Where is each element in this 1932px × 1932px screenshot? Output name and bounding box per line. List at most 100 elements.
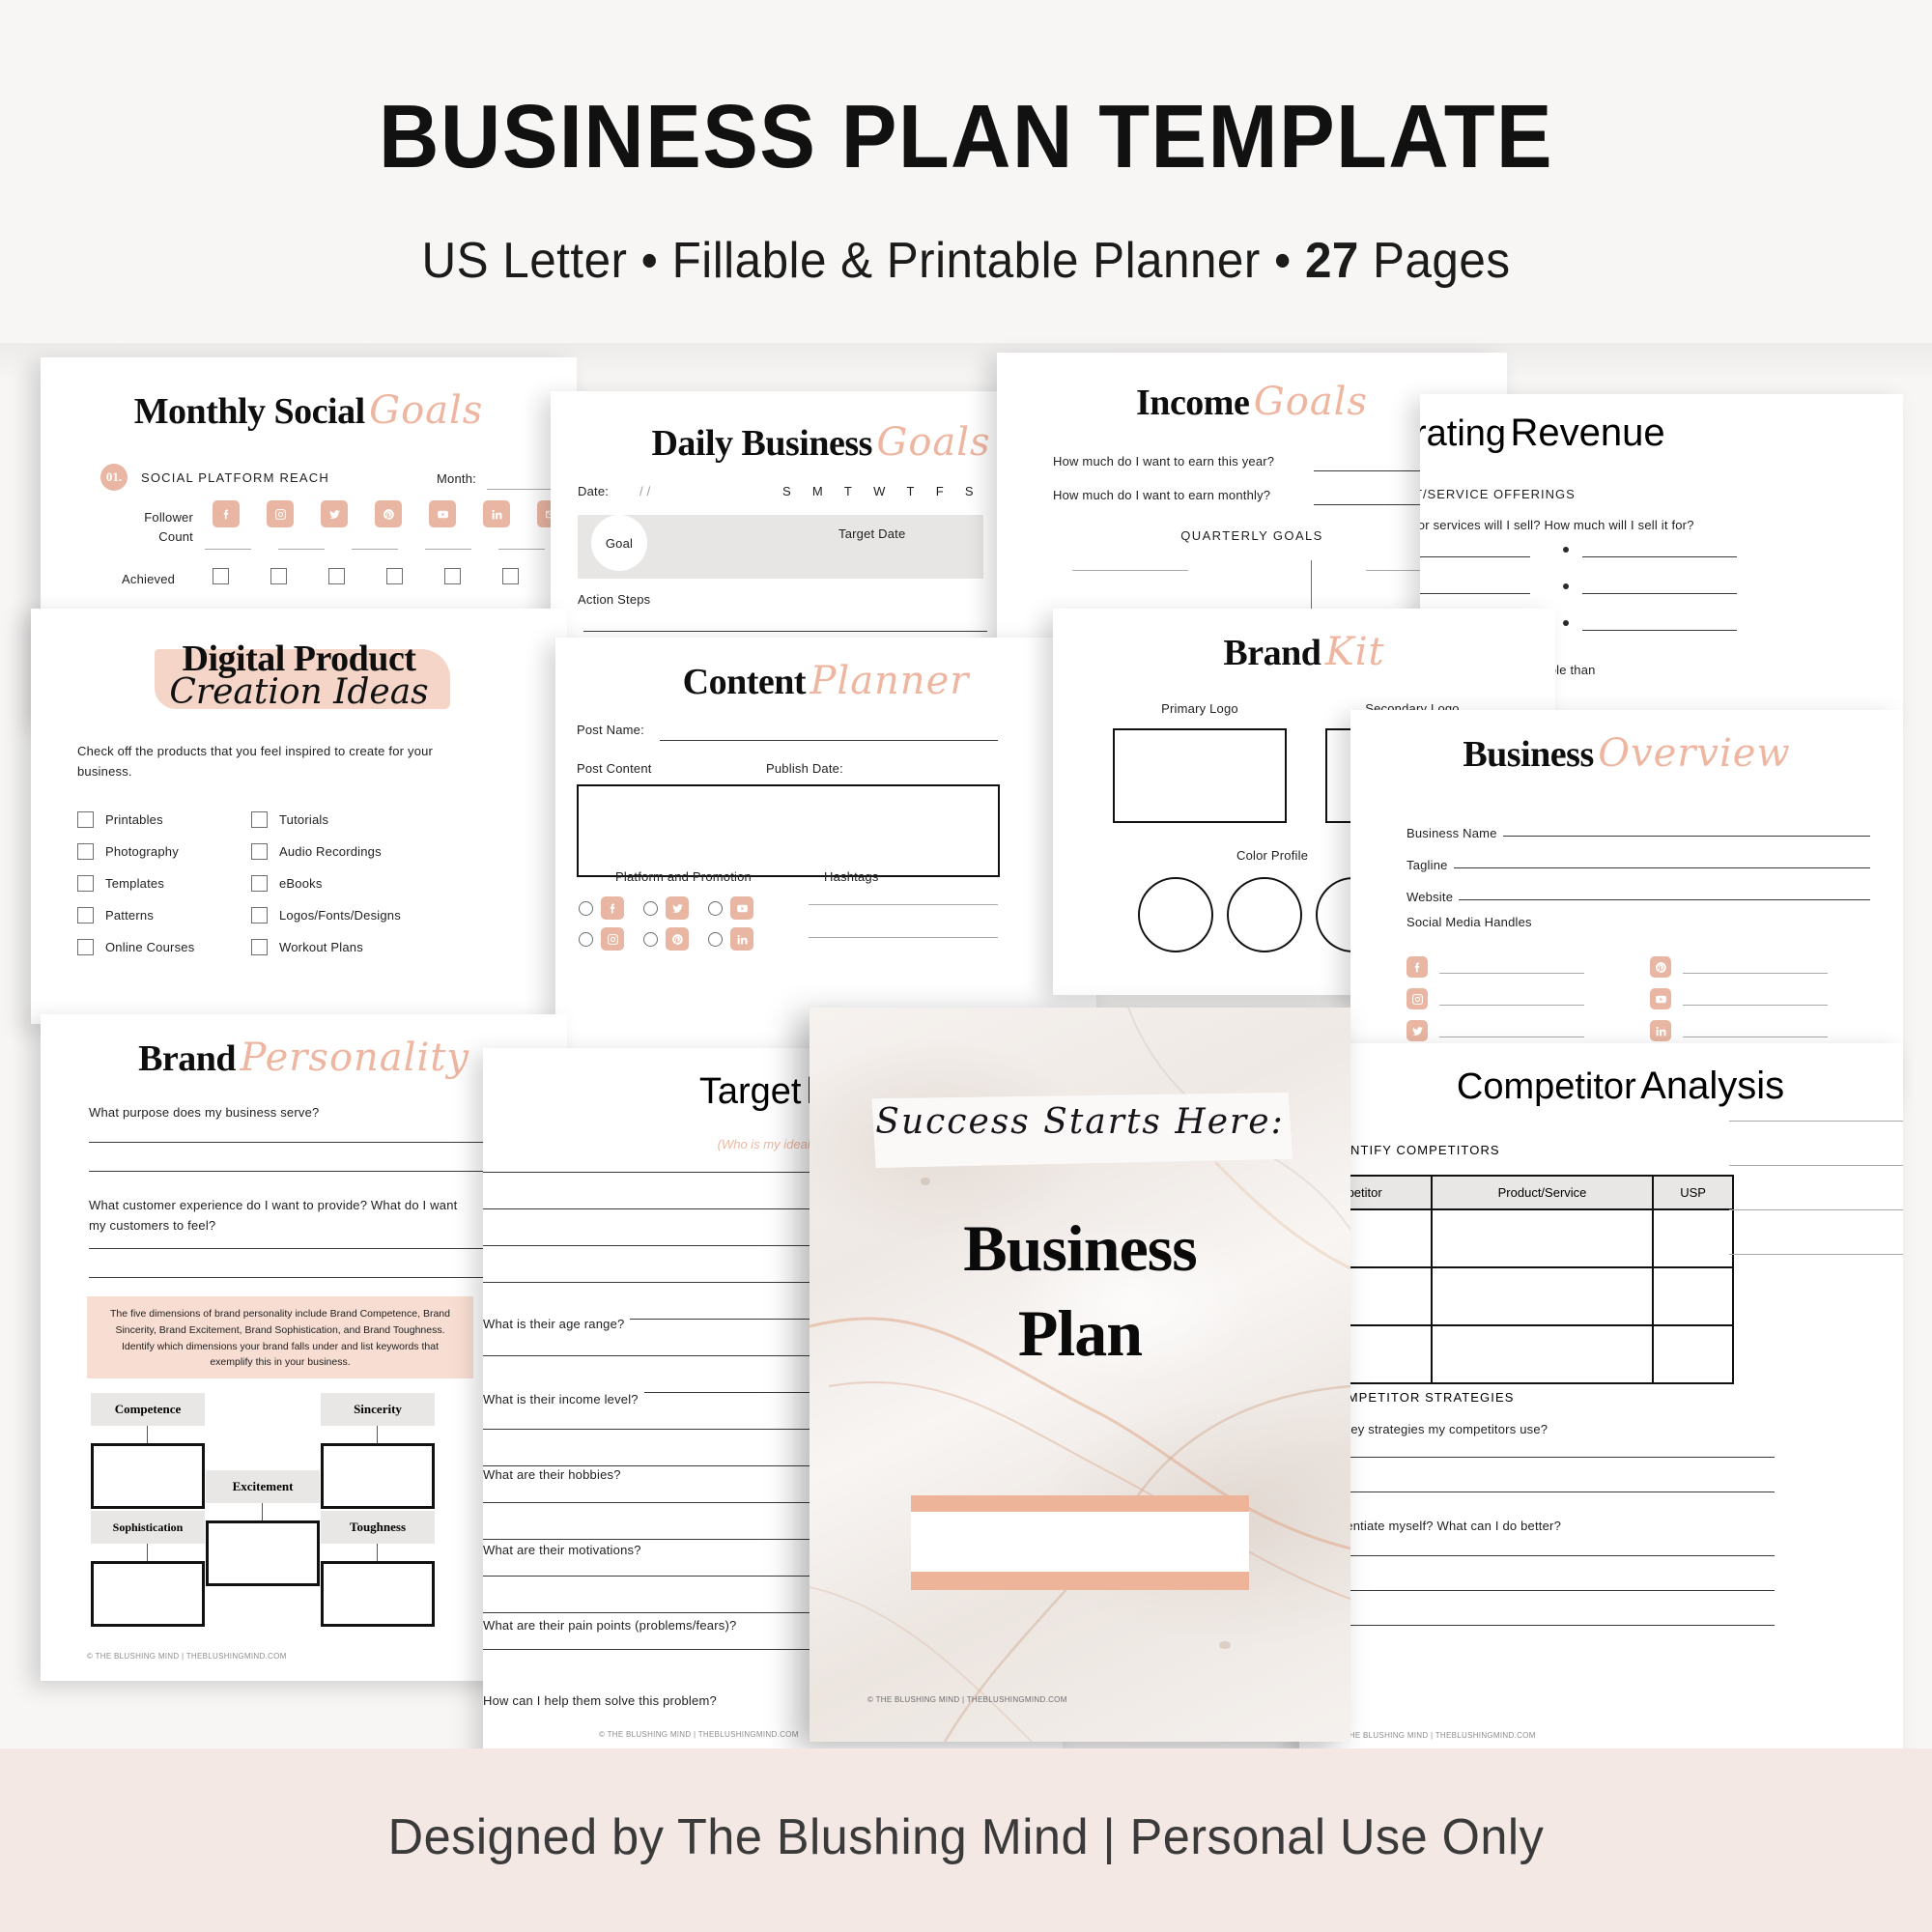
twitter-icon[interactable] <box>1406 1020 1428 1041</box>
comp-q2-line-1[interactable] <box>1299 1555 1775 1556</box>
youtube-icon[interactable] <box>429 500 456 527</box>
comp-q2-line-3[interactable] <box>1299 1625 1775 1626</box>
checkbox-right-0[interactable] <box>251 811 268 828</box>
achieved-checkbox[interactable] <box>386 568 403 584</box>
revenue-line-r3[interactable] <box>1582 630 1737 631</box>
dimension-box-toughness[interactable] <box>321 1561 435 1627</box>
table-row[interactable] <box>1299 1266 1734 1326</box>
overview-field-line-0[interactable] <box>1502 836 1870 837</box>
checkbox-left-1[interactable] <box>77 843 94 860</box>
platform-option[interactable] <box>579 896 624 920</box>
achieved-checkbox[interactable] <box>213 568 229 584</box>
facebook-icon[interactable] <box>213 500 240 527</box>
youtube-icon[interactable] <box>730 896 753 920</box>
revenue-line-r2[interactable] <box>1582 593 1737 594</box>
platform-radio-2-0[interactable] <box>579 931 593 947</box>
checklist-item[interactable]: eBooks <box>251 867 401 899</box>
dimension-box-sincerity[interactable] <box>321 1443 435 1509</box>
facebook-icon[interactable] <box>1406 956 1428 978</box>
youtube-icon[interactable] <box>1650 988 1671 1009</box>
follower-count-line[interactable] <box>352 549 398 550</box>
competitor-table[interactable]: Competitor Product/Service USP <box>1299 1175 1734 1384</box>
table-cell[interactable] <box>1430 1324 1655 1384</box>
checklist-item[interactable]: Audio Recordings <box>251 836 401 867</box>
facebook-icon[interactable] <box>601 896 624 920</box>
follower-count-line[interactable] <box>425 549 471 550</box>
social-handle-row[interactable] <box>1650 946 1828 978</box>
overview-field-line-1[interactable] <box>1453 867 1870 868</box>
action-step-line-1[interactable] <box>583 631 987 632</box>
follower-count-line[interactable] <box>278 549 325 550</box>
dimension-box-excitement[interactable] <box>206 1520 320 1586</box>
weekday-1[interactable]: M <box>812 484 823 498</box>
checkbox-left-0[interactable] <box>77 811 94 828</box>
dimension-box-sophistication[interactable] <box>91 1561 205 1627</box>
weekday-0[interactable]: S <box>782 484 791 498</box>
table-cell[interactable] <box>1652 1324 1734 1384</box>
business-overview-fields[interactable]: Business Name Tagline Website <box>1406 809 1870 904</box>
hashtag-line-2[interactable] <box>809 937 998 938</box>
social-handles-right[interactable] <box>1650 946 1828 1041</box>
platform-radio-1-2[interactable] <box>708 900 723 916</box>
platform-radio-2-2[interactable] <box>708 931 723 947</box>
weekday-5[interactable]: F <box>936 484 944 498</box>
social-handle-row[interactable] <box>1406 1009 1584 1041</box>
color-swatch-circle-2[interactable] <box>1227 877 1302 952</box>
weekday-6[interactable]: S <box>965 484 974 498</box>
checkbox-left-4[interactable] <box>77 939 94 955</box>
overview-field-row[interactable]: Business Name <box>1406 809 1870 840</box>
platform-row-2[interactable] <box>579 927 753 951</box>
digital-product-checklist-right[interactable]: Tutorials Audio Recordings eBooks Logos/Fon… <box>251 804 401 963</box>
checkbox-right-2[interactable] <box>251 875 268 892</box>
page-digital-product-ideas[interactable]: Digital Product Creation Ideas Check off… <box>31 609 567 1024</box>
post-name-input-line[interactable] <box>660 740 998 741</box>
social-handle-line-right-1[interactable] <box>1683 1005 1828 1006</box>
checklist-item[interactable]: Logos/Fonts/Designs <box>251 899 401 931</box>
page-business-overview[interactable]: Business Overview Business Name Tagline We… <box>1350 710 1903 1096</box>
linkedin-icon[interactable] <box>483 500 510 527</box>
weekday-row[interactable]: SMTWTFS <box>782 484 974 498</box>
checklist-item[interactable]: Photography <box>77 836 194 867</box>
instagram-icon[interactable] <box>267 500 294 527</box>
table-row[interactable] <box>1299 1208 1734 1268</box>
overview-field-row[interactable]: Tagline <box>1406 840 1870 872</box>
revenue-line-l2[interactable] <box>1420 593 1530 594</box>
linkedin-icon[interactable] <box>1650 1020 1671 1041</box>
social-handle-row[interactable] <box>1406 946 1584 978</box>
pinterest-icon[interactable] <box>375 500 402 527</box>
achieved-checkbox[interactable] <box>502 568 519 584</box>
platform-radio-2-1[interactable] <box>643 931 658 947</box>
social-handles-left[interactable] <box>1406 946 1584 1041</box>
table-cell[interactable] <box>1430 1266 1655 1326</box>
achieved-checkbox[interactable] <box>328 568 345 584</box>
post-content-box[interactable] <box>577 784 1000 877</box>
checkbox-right-4[interactable] <box>251 939 268 955</box>
follower-count-line[interactable] <box>205 549 251 550</box>
pinterest-icon[interactable] <box>1650 956 1671 978</box>
checkbox-right-1[interactable] <box>251 843 268 860</box>
twitter-icon[interactable] <box>321 500 348 527</box>
instagram-icon[interactable] <box>1406 988 1428 1009</box>
platform-option[interactable] <box>708 896 753 920</box>
platform-option[interactable] <box>643 896 689 920</box>
table-cell[interactable] <box>1430 1208 1655 1268</box>
checklist-item[interactable]: Templates <box>77 867 194 899</box>
dimension-box-competence[interactable] <box>91 1443 205 1509</box>
overview-field-line-2[interactable] <box>1459 899 1870 900</box>
platform-option[interactable] <box>643 927 689 951</box>
platform-radio-1-1[interactable] <box>643 900 658 916</box>
checklist-item[interactable]: Online Courses <box>77 931 194 963</box>
twitter-icon[interactable] <box>666 896 689 920</box>
checklist-item[interactable]: Printables <box>77 804 194 836</box>
checklist-item[interactable]: Patterns <box>77 899 194 931</box>
achieved-checkbox[interactable] <box>270 568 287 584</box>
bp-q1-line-1[interactable] <box>89 1142 522 1143</box>
platform-radio-1-0[interactable] <box>579 900 593 916</box>
instagram-icon[interactable] <box>601 927 624 951</box>
platform-row-1[interactable] <box>579 896 753 920</box>
checklist-item[interactable]: Workout Plans <box>251 931 401 963</box>
digital-product-checklist-left[interactable]: Printables Photography Templates Patterns On… <box>77 804 194 963</box>
hashtag-line-1[interactable] <box>809 904 998 905</box>
checkbox-left-2[interactable] <box>77 875 94 892</box>
overview-field-row[interactable]: Website <box>1406 872 1870 904</box>
